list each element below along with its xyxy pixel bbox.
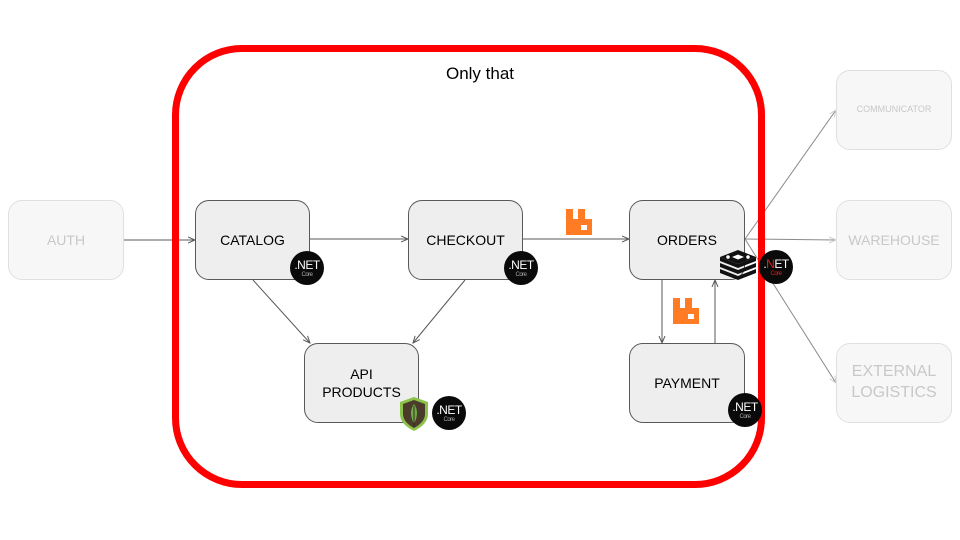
badge-main: .NET	[763, 256, 789, 271]
dotnet-core-icon: .NET Core	[728, 393, 762, 427]
badge-sub: Core	[443, 416, 455, 423]
node-payment-label: PAYMENT	[654, 374, 720, 391]
rabbitmq-icon	[673, 298, 699, 324]
badge-et: ET	[774, 256, 789, 271]
badge-sub: Core	[770, 270, 782, 277]
badge-main: .NET	[436, 402, 462, 417]
dotnet-core-icon: .NET Core	[432, 396, 466, 430]
badge-main: .NET	[732, 399, 758, 414]
dotnet-core-icon: .NET Core	[290, 251, 324, 285]
frame-title: Only that	[445, 64, 515, 83]
node-external-logistics-label-1: EXTERNAL	[851, 363, 937, 381]
redis-icon	[720, 250, 756, 280]
dotnet-core-icon: .NET Core	[759, 250, 793, 284]
node-catalog-label: CATALOG	[220, 231, 285, 248]
node-auth[interactable]: AUTH	[8, 200, 124, 280]
badge-sub: Core	[515, 271, 527, 278]
badge-main: .NET	[294, 257, 320, 272]
node-api-products-label-1: API	[350, 365, 373, 382]
node-warehouse[interactable]: WAREHOUSE	[836, 200, 952, 280]
mongodb-icon	[400, 397, 428, 431]
node-orders-label: ORDERS	[657, 231, 717, 248]
node-communicator-label: COMMUNICATOR	[856, 104, 932, 115]
node-external-logistics-label-2: LOGISTICS	[851, 384, 937, 401]
node-external-logistics[interactable]: EXTERNAL LOGISTICS	[836, 343, 952, 423]
node-auth-label: AUTH	[46, 231, 86, 248]
node-checkout-label: CHECKOUT	[426, 231, 505, 248]
badge-sub: Core	[301, 271, 313, 278]
badge-sub: Core	[739, 413, 751, 420]
node-warehouse-label: WAREHOUSE	[848, 231, 940, 248]
rabbitmq-icon	[566, 209, 592, 235]
badge-main: .NET	[508, 257, 534, 272]
node-api-products-label-2: PRODUCTS	[322, 384, 401, 400]
dotnet-core-icon: .NET Core	[504, 251, 538, 285]
node-communicator[interactable]: COMMUNICATOR	[836, 70, 952, 150]
